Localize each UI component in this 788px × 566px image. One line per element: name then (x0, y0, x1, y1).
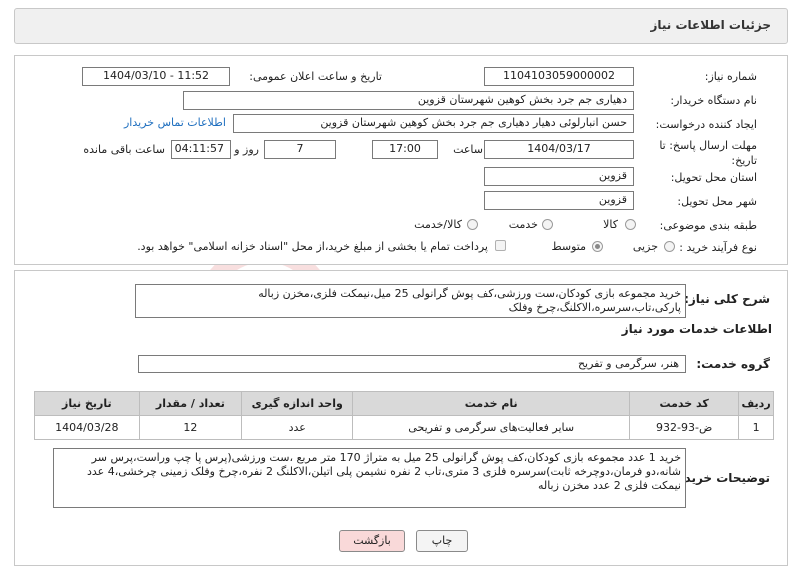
buyer-notes-text: خرید 1 عدد مجموعه بازی کودکان،کف پوش گرا… (53, 448, 686, 508)
cell-service-code: ض-93-932 (629, 415, 740, 440)
category-radio-goods[interactable] (625, 219, 636, 230)
city-field: قزوین (484, 191, 634, 210)
service-group-label: گروه خدمت: (696, 357, 770, 371)
col-row-number: ردیف (738, 391, 774, 416)
buyer-org-field: دهیاری جم جرد بخش کوهین شهرستان قزوین (183, 91, 634, 110)
page-title: جزئیات اطلاعات نیاز (650, 18, 771, 32)
process-radio-partial[interactable] (664, 241, 675, 252)
services-section-title: اطلاعات خدمات مورد نیاز (621, 322, 772, 336)
service-group-field: هنر، سرگرمی و تفریح (138, 355, 686, 373)
deadline-time-field: 17:00 (372, 140, 438, 159)
deadline-date-field: 1404/03/17 (484, 140, 634, 159)
remaining-days-field: 7 (264, 140, 336, 159)
announce-date-field: 1404/03/10 - 11:52 (82, 67, 230, 86)
back-button[interactable]: بازگشت (339, 530, 405, 552)
col-need-date: تاریخ نیاز (34, 391, 140, 416)
col-quantity: تعداد / مقدار (138, 391, 243, 416)
table-row: 1 ض-93-932 سایر فعالیت‌های سرگرمی و تفری… (34, 415, 774, 440)
need-number-field: 1104103059000002 (484, 67, 634, 86)
col-service-name: نام خدمت (352, 391, 631, 416)
remaining-time-label: ساعت باقی مانده (83, 143, 165, 156)
requester-field: حسن انبارلوئی دهیار دهیاری جم جرد بخش کو… (233, 114, 634, 133)
summary-label: شرح کلی نیاز: (684, 292, 770, 306)
category-label: طبقه بندی موضوعی: (659, 219, 757, 232)
deadline-label: مهلت ارسال پاسخ: تا تاریخ: (659, 139, 757, 167)
province-field: قزوین (484, 167, 634, 186)
days-label: روز و (234, 143, 259, 156)
print-button[interactable]: چاپ (416, 530, 468, 552)
buyer-org-label: نام دستگاه خریدار: (670, 94, 757, 107)
page-header: جزئیات اطلاعات نیاز (14, 8, 788, 44)
province-label: استان محل تحویل: (670, 171, 757, 184)
col-unit: واحد اندازه گیری (241, 391, 354, 416)
category-option-goods-service: کالا/خدمت (414, 218, 462, 231)
process-option-partial: جزیی (632, 240, 658, 253)
cell-service-name: سایر فعالیت‌های سرگرمی و تفریحی (352, 415, 631, 440)
announce-date-label: تاریخ و ساعت اعلان عمومی: (249, 70, 382, 83)
category-option-service: خدمت (508, 218, 538, 231)
category-option-goods: کالا (603, 218, 618, 231)
remaining-time-field: 04:11:57 (171, 140, 231, 159)
services-table: ردیف کد خدمت نام خدمت واحد اندازه گیری ت… (34, 391, 774, 440)
process-label: نوع فرآیند خرید : (679, 241, 757, 254)
requester-label: ایجاد کننده درخواست: (655, 118, 757, 131)
treasury-payment-note: پرداخت تمام یا بخشی از مبلغ خرید،از محل … (137, 240, 488, 253)
col-service-code: کد خدمت (629, 391, 740, 416)
category-radio-goods-service[interactable] (467, 219, 478, 230)
deadline-time-label: ساعت (453, 143, 483, 156)
treasury-payment-checkbox[interactable] (495, 240, 506, 251)
city-label: شهر محل تحویل: (677, 195, 757, 208)
services-table-header: ردیف کد خدمت نام خدمت واحد اندازه گیری ت… (34, 391, 774, 416)
cell-row-number: 1 (738, 415, 774, 440)
cell-quantity: 12 (138, 415, 243, 440)
cell-unit: عدد (241, 415, 354, 440)
process-radio-medium[interactable] (592, 241, 603, 252)
summary-text: خرید مجموعه بازی کودکان،ست ورزشی،کف پوش … (135, 284, 686, 318)
process-option-medium: متوسط (551, 240, 586, 253)
buyer-contact-link[interactable]: اطلاعات تماس خریدار (124, 116, 226, 129)
need-number-label: شماره نیاز: (704, 70, 757, 83)
category-radio-service[interactable] (542, 219, 553, 230)
cell-need-date: 1404/03/28 (34, 415, 140, 440)
